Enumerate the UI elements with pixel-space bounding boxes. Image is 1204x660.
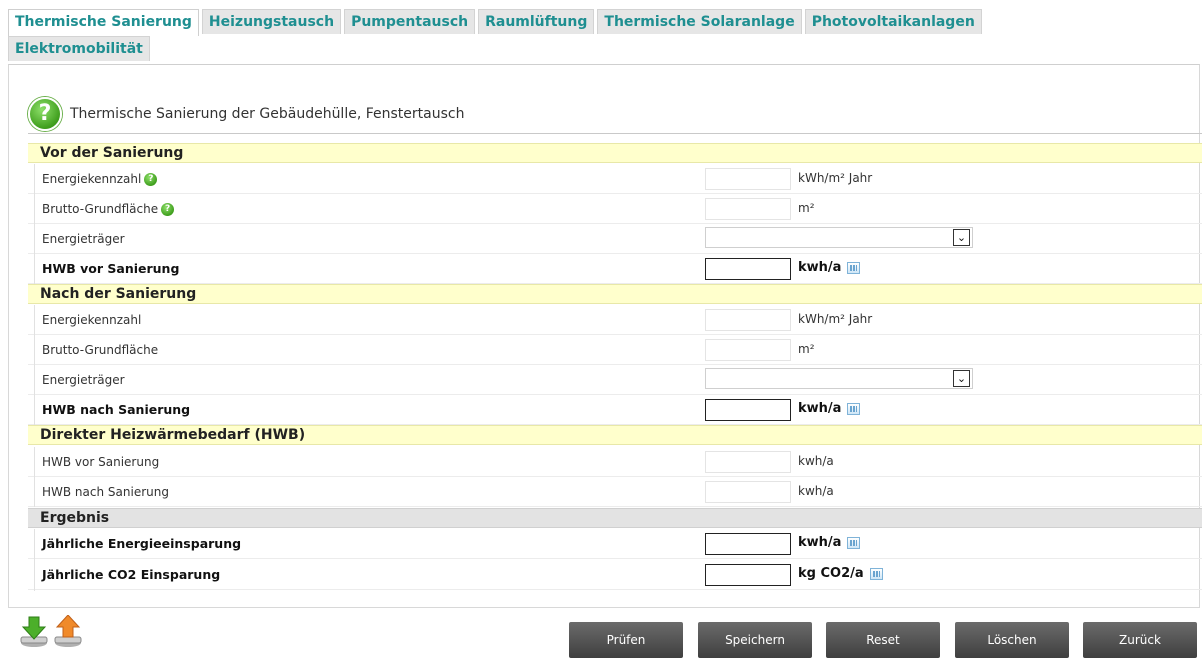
chevron-down-icon[interactable]: ⌄: [953, 370, 970, 387]
tab-thermische-solaranlage[interactable]: Thermische Solaranlage: [597, 9, 802, 34]
tab-raumlueftung[interactable]: Raumlüftung: [478, 9, 595, 34]
section-vor-sanierung: Vor der Sanierung: [28, 143, 1202, 163]
energieeinsparung-input[interactable]: [705, 533, 791, 555]
energietraeger-select[interactable]: ⌄: [705, 227, 973, 248]
label-brutto-grundflaeche: Brutto-Grundfläche: [42, 343, 159, 357]
direkt-hwb-nach-input[interactable]: [705, 481, 791, 503]
tab-pumpentausch[interactable]: Pumpentausch: [344, 9, 476, 34]
row-hwb-nach: HWB nach Sanierung kwh/a: [28, 395, 1202, 425]
help-icon[interactable]: ?: [144, 173, 158, 186]
label-hwb-vor: HWB vor Sanierung: [42, 261, 180, 276]
label-energiekennzahl: Energiekennzahl?: [42, 164, 158, 194]
energiekennzahl-input[interactable]: [705, 309, 791, 331]
loeschen-button[interactable]: Löschen: [955, 622, 1069, 658]
label-hwb-nach: HWB nach Sanierung: [42, 485, 169, 499]
label-energietraeger: Energieträger: [42, 232, 125, 246]
tab-thermische-sanierung[interactable]: Thermische Sanierung: [8, 9, 199, 36]
divider: [34, 529, 35, 591]
brutto-grundflaeche-input[interactable]: [705, 339, 791, 361]
unit-label: kWh/m² Jahr: [798, 312, 873, 326]
tab-heizungstausch[interactable]: Heizungstausch: [201, 9, 342, 34]
label-energiekennzahl: Energiekennzahl: [42, 313, 142, 327]
label-hwb-nach: HWB nach Sanierung: [42, 402, 191, 417]
row-vor-energietraeger: Energieträger ⌄: [28, 224, 1202, 254]
row-nach-brutto: Brutto-Grundfläche m²: [28, 335, 1202, 365]
row-nach-energiekennzahl: Energiekennzahl kWh/m² Jahr: [28, 305, 1202, 335]
section-direkter-hwb: Direkter Heizwärmebedarf (HWB): [28, 425, 1202, 445]
hwb-vor-input[interactable]: [705, 258, 791, 280]
section-ergebnis: Ergebnis: [28, 508, 1202, 528]
brutto-grundflaeche-input[interactable]: [705, 198, 791, 220]
label-energieeinsparung: Jährliche Energieeinsparung: [42, 536, 242, 551]
label-energietraeger: Energieträger: [42, 373, 125, 387]
page-title: Thermische Sanierung der Gebäudehülle, F…: [70, 106, 465, 122]
chevron-down-icon[interactable]: ⌄: [953, 229, 970, 246]
label-hwb-vor: HWB vor Sanierung: [42, 455, 160, 469]
divider: [34, 447, 35, 507]
speichern-button[interactable]: Speichern: [698, 622, 812, 658]
unit-label: kwh/a: [798, 254, 861, 282]
help-icon[interactable]: ?: [28, 97, 62, 131]
pruefen-button[interactable]: Prüfen: [569, 622, 683, 658]
calculator-icon[interactable]: [847, 536, 861, 549]
reset-button[interactable]: Reset: [826, 622, 940, 658]
download-icon[interactable]: [18, 615, 50, 649]
unit-label: kWh/m² Jahr: [798, 171, 873, 185]
calculator-icon[interactable]: [847, 261, 861, 274]
form-header: ? Thermische Sanierung der Gebäudehülle,…: [28, 96, 464, 132]
row-hwb-vor: HWB vor Sanierung kwh/a: [28, 254, 1202, 284]
direkt-hwb-vor-input[interactable]: [705, 451, 791, 473]
tab-photovoltaikanlagen[interactable]: Photovoltaikanlagen: [804, 9, 982, 34]
row-energieeinsparung: Jährliche Energieeinsparung kwh/a: [28, 529, 1202, 559]
divider: [28, 133, 1202, 134]
calculator-icon[interactable]: [869, 567, 883, 580]
unit-label: kg CO2/a: [798, 560, 883, 588]
tab-bar: Thermische Sanierung Heizungstausch Pump…: [8, 9, 1198, 63]
unit-text: kwh/a: [798, 260, 842, 275]
help-icon[interactable]: ?: [161, 203, 175, 216]
unit-text: kg CO2/a: [798, 566, 864, 581]
divider: [34, 164, 35, 284]
row-nach-energietraeger: Energieträger ⌄: [28, 365, 1202, 395]
hwb-nach-input[interactable]: [705, 399, 791, 421]
label-text: Energiekennzahl: [42, 172, 142, 186]
tab-row-2: Elektromobilität: [8, 36, 1198, 63]
row-direkt-hwb-nach: HWB nach Sanierung kwh/a: [28, 477, 1202, 507]
unit-text: kwh/a: [798, 401, 842, 416]
label-text: Brutto-Grundfläche: [42, 202, 159, 216]
unit-label: m²: [798, 201, 815, 215]
energiekennzahl-input[interactable]: [705, 168, 791, 190]
tab-row-1: Thermische Sanierung Heizungstausch Pump…: [8, 9, 1198, 36]
unit-text: kwh/a: [798, 535, 842, 550]
label-co2-einsparung: Jährliche CO2 Einsparung: [42, 567, 221, 582]
unit-label: m²: [798, 342, 815, 356]
unit-label: kwh/a: [798, 529, 861, 557]
calculator-icon[interactable]: [847, 402, 861, 415]
unit-label: kwh/a: [798, 454, 834, 468]
row-vor-energiekennzahl: Energiekennzahl? kWh/m² Jahr: [28, 164, 1202, 194]
label-brutto-grundflaeche: Brutto-Grundfläche?: [42, 194, 175, 224]
divider: [34, 305, 35, 425]
co2-einsparung-input[interactable]: [705, 564, 791, 586]
row-co2-einsparung: Jährliche CO2 Einsparung kg CO2/a: [28, 560, 1202, 590]
zurueck-button[interactable]: Zurück: [1083, 622, 1197, 658]
unit-label: kwh/a: [798, 484, 834, 498]
section-nach-sanierung: Nach der Sanierung: [28, 284, 1202, 304]
unit-label: kwh/a: [798, 395, 861, 423]
row-direkt-hwb-vor: HWB vor Sanierung kwh/a: [28, 447, 1202, 477]
upload-icon[interactable]: [52, 615, 84, 649]
row-vor-brutto: Brutto-Grundfläche? m²: [28, 194, 1202, 224]
tab-elektromobilitaet[interactable]: Elektromobilität: [8, 36, 150, 61]
energietraeger-select[interactable]: ⌄: [705, 368, 973, 389]
